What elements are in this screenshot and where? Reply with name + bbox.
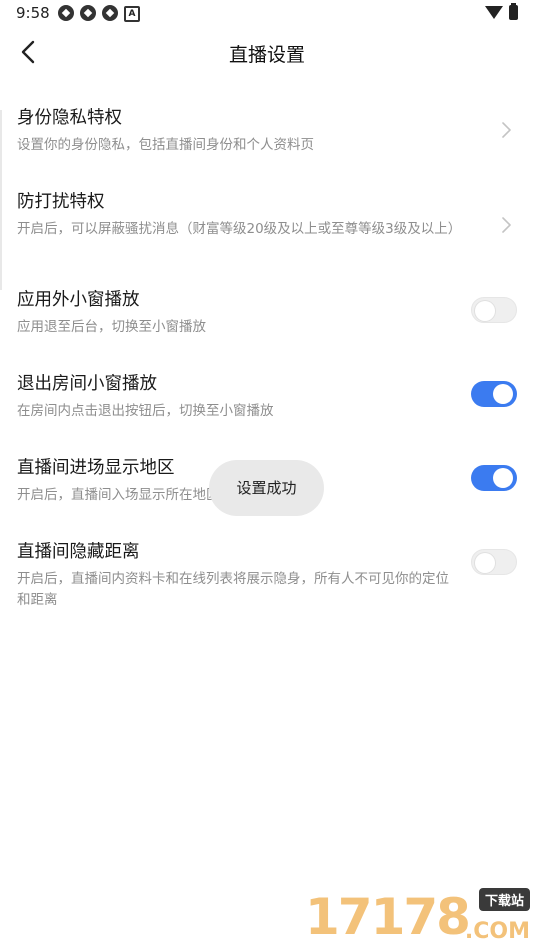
setting-title: 退出房间小窗播放 <box>17 374 157 394</box>
header: 直播设置 <box>0 28 534 76</box>
toast-message: 设置成功 <box>209 460 324 516</box>
watermark-logo: 17178 下载站 .COM <box>305 888 530 946</box>
toggle-knob <box>475 553 495 573</box>
settings-list: 身份隐私特权 设置你的身份隐私，包括直播间身份和个人资料页 防打扰特权 开启后，… <box>0 92 534 634</box>
setting-title: 防打扰特权 <box>17 192 105 212</box>
wifi-icon <box>485 6 503 19</box>
outside-app-mini-window-toggle[interactable] <box>471 297 517 323</box>
setting-title: 直播间隐藏距离 <box>17 542 140 562</box>
show-entry-region-toggle[interactable] <box>471 465 517 491</box>
page-title: 直播设置 <box>228 44 305 66</box>
setting-exit-room-mini-window: 退出房间小窗播放 在房间内点击退出按钮后，切换至小窗播放 <box>0 366 534 450</box>
toggle-knob <box>493 384 513 404</box>
setting-identity-privacy[interactable]: 身份隐私特权 设置你的身份隐私，包括直播间身份和个人资料页 <box>0 92 534 176</box>
exit-room-mini-window-toggle[interactable] <box>471 381 517 407</box>
a-badge-icon: A <box>124 6 140 22</box>
toggle-knob <box>475 301 495 321</box>
setting-description: 开启后，可以屏蔽骚扰消息（财富等级20级及以上或至尊等级3级及以上） <box>17 221 462 237</box>
status-system-icons <box>485 3 518 20</box>
hide-distance-toggle[interactable] <box>471 549 517 575</box>
setting-title: 身份隐私特权 <box>17 108 122 128</box>
app-notification-icon <box>80 5 96 21</box>
watermark-suffix: .COM <box>464 919 530 944</box>
setting-description: 开启后，直播间内资料卡和在线列表将展示隐身，所有人不可见你的定位和距离 <box>17 571 449 608</box>
status-time: 9:58 <box>16 4 50 22</box>
watermark-digits: 17178 <box>305 888 471 946</box>
setting-description: 应用退至后台，切换至小窗播放 <box>17 319 206 335</box>
status-bar: 9:58 A <box>0 0 534 28</box>
setting-title: 直播间进场显示地区 <box>17 458 175 478</box>
setting-outside-app-mini-window: 应用外小窗播放 应用退至后台，切换至小窗播放 <box>0 282 534 366</box>
setting-do-not-disturb[interactable]: 防打扰特权 开启后，可以屏蔽骚扰消息（财富等级20级及以上或至尊等级3级及以上） <box>0 176 534 282</box>
setting-description: 设置你的身份隐私，包括直播间身份和个人资料页 <box>17 137 314 153</box>
app-notification-icon <box>58 5 74 21</box>
battery-icon <box>509 3 518 20</box>
chevron-right-icon <box>500 216 512 234</box>
setting-description: 在房间内点击退出按钮后，切换至小窗播放 <box>17 403 274 419</box>
app-notification-icon <box>102 5 118 21</box>
toggle-knob <box>493 468 513 488</box>
setting-title: 应用外小窗播放 <box>17 290 140 310</box>
chevron-right-icon <box>500 121 512 139</box>
status-notification-icons: A <box>58 5 140 22</box>
watermark-tag: 下载站 <box>478 888 530 911</box>
setting-hide-distance: 直播间隐藏距离 开启后，直播间内资料卡和在线列表将展示隐身，所有人不可见你的定位… <box>0 534 534 634</box>
